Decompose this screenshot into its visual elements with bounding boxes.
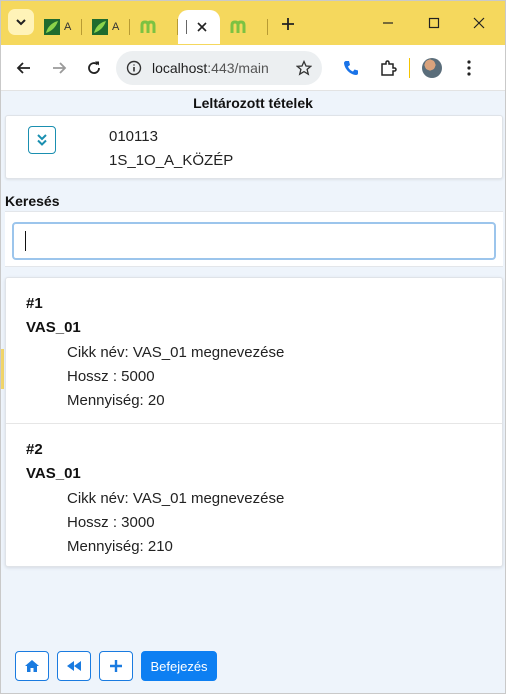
extensions-button[interactable] (373, 53, 403, 83)
site-info-icon[interactable] (126, 60, 142, 76)
list-item[interactable]: #1 VAS_01 Cikk név: VAS_01 megnevezése H… (6, 278, 502, 423)
plus-icon (282, 18, 294, 30)
url-host: localhost (152, 59, 208, 76)
background-strip (1, 349, 4, 389)
minimize-button[interactable] (372, 9, 404, 37)
close-icon[interactable] (197, 22, 207, 32)
m-logo-icon (140, 20, 156, 33)
tab-search-button[interactable] (8, 9, 34, 35)
toolbar-separator (409, 57, 410, 78)
puzzle-icon (381, 59, 397, 76)
m-logo-icon (230, 20, 246, 33)
tab-2[interactable]: A (82, 10, 130, 44)
window-close-button[interactable] (463, 9, 495, 37)
reload-icon (88, 61, 100, 74)
back-button[interactable] (57, 651, 91, 681)
reload-button[interactable] (79, 53, 109, 83)
arrow-left-icon (16, 61, 30, 74)
tab-title: A (64, 21, 72, 33)
new-tab-button[interactable] (274, 10, 302, 38)
text-cursor (25, 231, 26, 251)
close-icon (473, 17, 485, 29)
menu-button[interactable] (454, 53, 484, 83)
maximize-icon (428, 17, 440, 29)
tab-3[interactable] (130, 10, 178, 44)
tab-title: A (112, 21, 120, 33)
arrow-right-icon (53, 61, 67, 74)
location-card: 010113 1S_1O_A_KÖZÉP (5, 115, 503, 179)
expand-button[interactable] (28, 126, 56, 154)
list-item[interactable]: #2 VAS_01 Cikk név: VAS_01 megnevezése H… (6, 423, 502, 568)
finish-button[interactable]: Befejezés (141, 651, 217, 681)
fast-backward-icon (67, 661, 81, 671)
maximize-button[interactable] (418, 9, 450, 37)
item-number: #2 (26, 441, 43, 458)
search-label: Keresés (5, 193, 60, 209)
item-number: #1 (26, 295, 43, 312)
profile-button[interactable] (417, 53, 447, 83)
item-length: Hossz : 3000 (67, 514, 155, 531)
item-article-name: Cikk név: VAS_01 megnevezése (67, 344, 285, 361)
tab-4-active[interactable] (178, 10, 220, 44)
url-text: localhost:443/main (152, 60, 269, 76)
address-bar[interactable]: localhost:443/main (116, 50, 322, 85)
leaf-icon (44, 19, 60, 35)
home-icon (25, 660, 39, 672)
location-code: 010113 (109, 128, 158, 145)
item-list: #1 VAS_01 Cikk név: VAS_01 megnevezése H… (5, 277, 503, 567)
home-button[interactable] (15, 651, 49, 681)
item-length: Hossz : 5000 (67, 368, 155, 385)
item-article-name: Cikk név: VAS_01 megnevezése (67, 490, 285, 507)
tab-strip: A A (1, 1, 505, 45)
page-content: Leltározott tételek 010113 1S_1O_A_KÖZÉP… (1, 91, 505, 693)
phone-icon (344, 60, 358, 75)
browser-toolbar: localhost:443/main (1, 45, 505, 91)
tab-5[interactable] (220, 10, 268, 44)
url-path: :443/main (207, 59, 269, 76)
plus-icon (110, 660, 122, 672)
search-input[interactable] (12, 222, 496, 260)
phone-extension-button[interactable] (336, 53, 366, 83)
item-code: VAS_01 (26, 319, 81, 336)
location-name: 1S_1O_A_KÖZÉP (109, 152, 234, 169)
search-container (5, 211, 503, 267)
forward-button[interactable] (44, 53, 74, 83)
more-vertical-icon (467, 59, 471, 76)
page-title: Leltározott tételek (193, 95, 313, 111)
item-quantity: Mennyiség: 20 (67, 392, 165, 409)
avatar (422, 57, 442, 78)
chevron-down-icon (16, 19, 26, 26)
footer-toolbar: Befejezés (15, 651, 217, 681)
minimize-icon (383, 22, 393, 24)
double-chevron-down-icon (37, 134, 47, 146)
add-button[interactable] (99, 651, 133, 681)
back-button[interactable] (9, 53, 39, 83)
item-code: VAS_01 (26, 465, 81, 482)
item-quantity: Mennyiség: 210 (67, 538, 173, 555)
tab-1[interactable]: A (34, 10, 82, 44)
leaf-icon (92, 19, 108, 35)
browser-window: A A localhost:443/main Leltározott tétel… (0, 0, 506, 694)
bookmark-star-icon[interactable] (296, 59, 312, 76)
